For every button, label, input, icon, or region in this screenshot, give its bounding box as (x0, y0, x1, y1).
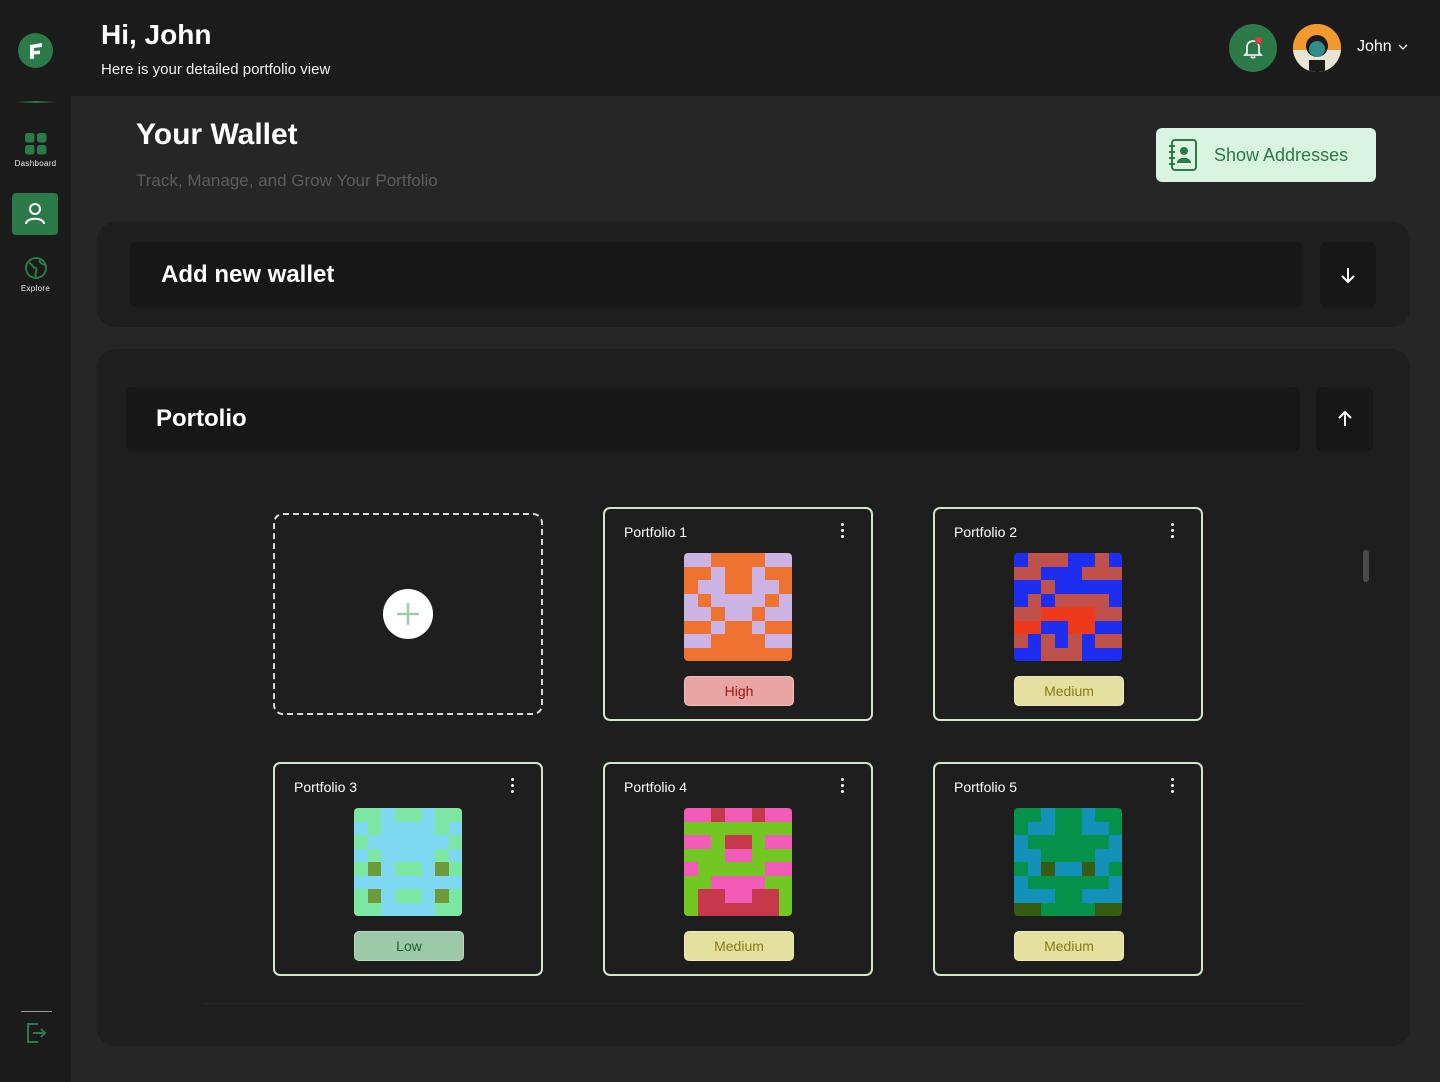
sidebar-item-label: Explore (20, 284, 51, 293)
portfolio-card[interactable]: Portfolio 4 Medium (603, 762, 873, 976)
divider (16, 101, 56, 103)
show-addresses-label: Show Addresses (1214, 144, 1349, 165)
risk-badge: Medium (1014, 931, 1124, 961)
portfolio-card[interactable]: Portfolio 5 Medium (933, 762, 1203, 976)
add-wallet-label: Add new wallet (161, 260, 335, 288)
portfolio-identicon (354, 808, 462, 916)
user-menu[interactable]: John (1357, 38, 1408, 56)
risk-badge: Low (354, 931, 464, 961)
arrow-down-icon (1341, 267, 1355, 283)
collapse-button[interactable] (1316, 387, 1373, 451)
portfolio-name: Portfolio 4 (624, 779, 688, 795)
add-portfolio-card[interactable] (273, 513, 543, 715)
sidebar-item-dashboard[interactable]: Dashboard (0, 133, 71, 168)
page-subtitle: Track, Manage, and Grow Your Portfolio (136, 171, 438, 190)
expand-button[interactable] (1320, 242, 1376, 307)
portfolio-name: Portfolio 2 (954, 524, 1018, 540)
add-wallet-panel: Add new wallet (97, 222, 1410, 327)
user-name-label: John (1357, 38, 1392, 55)
portfolio-identicon (1014, 553, 1122, 661)
address-book-icon (1169, 139, 1197, 171)
chevron-down-icon (1398, 44, 1408, 50)
portfolio-name: Portfolio 1 (624, 524, 688, 540)
more-options-icon[interactable] (511, 778, 515, 794)
more-options-icon[interactable] (841, 523, 845, 539)
sidebar-item-wallet[interactable] (12, 193, 58, 235)
notification-button[interactable] (1229, 24, 1277, 72)
portfolio-card[interactable]: Portfolio 1 High (603, 507, 873, 721)
more-options-icon[interactable] (1171, 778, 1175, 794)
portfolio-identicon (684, 553, 792, 661)
divider (205, 1003, 1305, 1004)
more-options-icon[interactable] (1171, 523, 1175, 539)
risk-badge: Medium (684, 931, 794, 961)
portfolio-identicon (684, 808, 792, 916)
arrow-up-icon (1337, 410, 1352, 426)
greeting-subtitle: Here is your detailed portfolio view (101, 61, 331, 78)
globe-icon (24, 257, 47, 279)
divider (21, 1011, 52, 1012)
portfolio-identicon (1014, 808, 1122, 916)
risk-badge: High (684, 676, 794, 706)
sidebar-item-explore[interactable]: Explore (0, 256, 71, 293)
more-options-icon[interactable] (841, 778, 845, 794)
grid-icon (24, 133, 46, 155)
sidebar-item-label: Dashboard (14, 159, 57, 168)
portfolio-card[interactable]: Portfolio 3 Low (273, 762, 543, 976)
avatar[interactable] (1293, 24, 1341, 72)
notification-dot (1255, 37, 1262, 44)
portfolio-name: Portfolio 5 (954, 779, 1018, 795)
show-addresses-button[interactable]: Show Addresses (1156, 128, 1376, 182)
logout-icon[interactable] (24, 1021, 48, 1050)
top-header: Hi, John Here is your detailed portfolio… (71, 0, 1440, 96)
scrollbar[interactable] (1363, 550, 1369, 582)
risk-badge: Medium (1014, 676, 1124, 706)
add-wallet-header[interactable]: Add new wallet (130, 242, 1303, 307)
greeting-title: Hi, John (101, 19, 212, 50)
sidebar: Dashboard Explore (0, 0, 71, 1082)
portfolio-label: Portolio (156, 405, 247, 432)
user-icon (25, 203, 45, 225)
portfolio-card[interactable]: Portfolio 2 Medium (933, 507, 1203, 721)
portfolio-header[interactable]: Portolio (126, 387, 1300, 451)
app-logo-icon[interactable] (18, 33, 53, 68)
portfolio-name: Portfolio 3 (294, 779, 358, 795)
page-title: Your Wallet (136, 118, 298, 151)
plus-icon (383, 589, 433, 639)
